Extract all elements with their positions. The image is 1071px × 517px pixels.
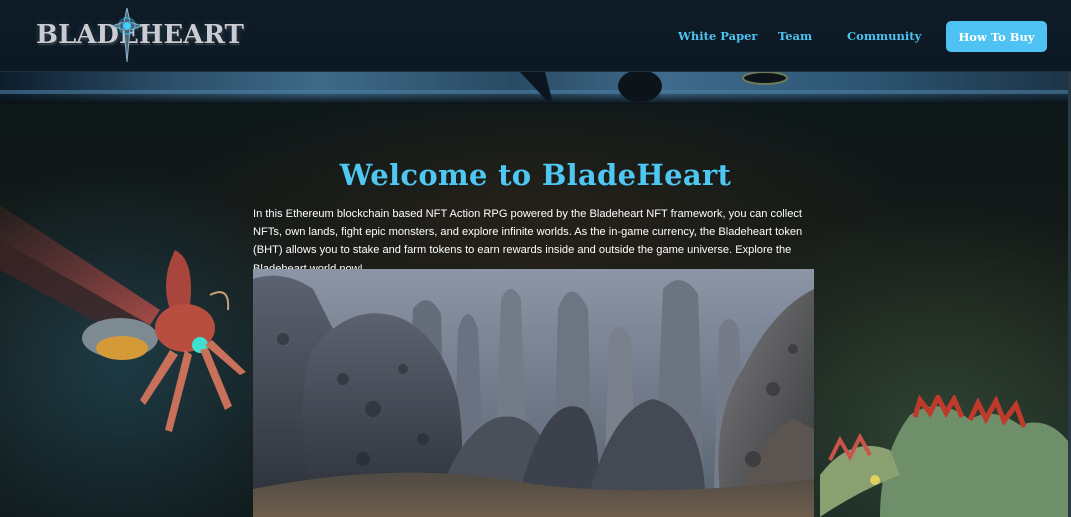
nav-link-white-paper[interactable]: White Paper <box>678 29 757 43</box>
how-to-buy-button[interactable]: How To Buy <box>946 21 1047 52</box>
lizard-creature-illustration <box>820 395 1071 517</box>
nav-link-team[interactable]: Team <box>778 29 812 43</box>
main-nav: White Paper Team Community How To Buy <box>0 0 1071 72</box>
site-header: BLADEHEART White Paper Team Community Ho… <box>0 0 1071 72</box>
nav-link-community[interactable]: Community <box>847 29 921 43</box>
rocky-canyon-scene-image <box>253 269 814 517</box>
insect-creature-illustration <box>0 205 246 432</box>
page-title: Welcome to BladeHeart <box>339 158 732 192</box>
intro-paragraph: In this Ethereum blockchain based NFT Ac… <box>253 208 803 275</box>
header-banner-strip <box>0 72 1071 104</box>
